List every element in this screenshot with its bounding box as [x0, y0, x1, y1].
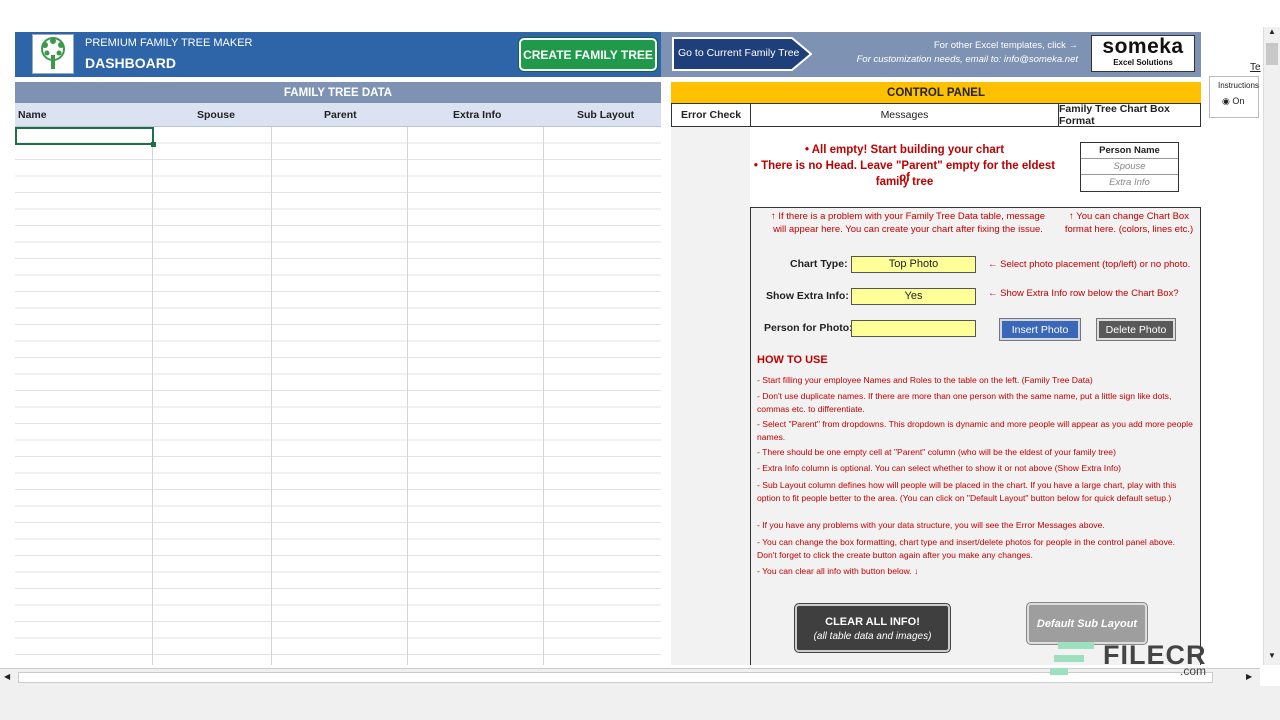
note-messages-2: will appear here. You can create your ch…	[773, 224, 1043, 235]
scroll-thumb[interactable]	[1266, 43, 1278, 65]
col-sub-layout: Sub Layout	[577, 109, 635, 121]
goto-current-tree-button[interactable]: Go to Current Family Tree	[672, 37, 813, 71]
instructions-on-radio[interactable]: ◉ On	[1210, 90, 1258, 107]
tree-logo-icon	[32, 34, 74, 74]
instructions-label: Instructions	[1218, 81, 1259, 90]
templates-link[interactable]: For other Excel templates, click →	[860, 40, 1078, 51]
page-title: DASHBOARD	[85, 55, 176, 71]
hscroll-thumb[interactable]	[18, 672, 1213, 683]
scroll-right-icon[interactable]: ▶	[1246, 672, 1252, 681]
customization-email[interactable]: For customization needs, email to: info@…	[820, 54, 1078, 65]
chart-box-format-preview[interactable]: Person Name Spouse Extra Info	[1080, 142, 1179, 192]
chart-type-select[interactable]: Top Photo	[851, 256, 976, 273]
message-line: • All empty! Start building your chart	[804, 144, 1005, 156]
family-tree-data-header: Name Spouse Parent Extra Info Sub Layout	[15, 103, 661, 127]
note-format-2: format here. (colors, lines etc.)	[1064, 224, 1194, 235]
sheet-tab-link[interactable]: Te	[1250, 62, 1261, 73]
filecr-logo-icon	[1050, 640, 1098, 680]
family-tree-data-grid[interactable]	[15, 127, 661, 665]
messages-header: Messages	[750, 103, 1059, 127]
goto-label: Go to Current Family Tree	[678, 47, 800, 59]
howto-line: - You can clear all info with button bel…	[757, 566, 919, 576]
col-extra-info: Extra Info	[453, 109, 502, 121]
brand-tagline: Excel Solutions	[1113, 58, 1173, 67]
app-subtitle: PREMIUM FAMILY TREE MAKER	[85, 37, 253, 49]
watermark-sub: .com	[1180, 664, 1207, 678]
howto-line: - Sub Layout column defines how will peo…	[757, 480, 1177, 503]
clear-all-info-button[interactable]: CLEAR ALL INFO! (all table data and imag…	[795, 604, 950, 652]
col-name: Name	[18, 109, 47, 121]
howto-line: - Don't use duplicate names. If there ar…	[757, 391, 1172, 414]
default-sub-layout-button[interactable]: Default Sub Layout	[1027, 603, 1147, 644]
photo-person-select[interactable]	[851, 320, 976, 337]
messages-box: • All empty! Start building your chart •…	[750, 127, 1059, 208]
create-family-tree-button[interactable]: CREATE FAMILY TREE	[519, 38, 657, 71]
extra-info-hint: ← Show Extra Info row below the Chart Bo…	[988, 288, 1179, 299]
error-check-header: Error Check	[671, 103, 751, 127]
howto-line: - Extra Info column is optional. You can…	[757, 463, 1121, 473]
col-parent: Parent	[324, 109, 357, 121]
brand-name: someka	[1102, 35, 1184, 58]
status-bar	[0, 686, 1280, 720]
error-check-column	[671, 127, 751, 665]
scroll-down-icon[interactable]: ▼	[1265, 651, 1279, 665]
message-line: family tree	[875, 176, 934, 188]
control-panel-title: CONTROL PANEL	[671, 82, 1201, 103]
format-header: Family Tree Chart Box Format	[1058, 103, 1201, 127]
delete-photo-button[interactable]: Delete Photo	[1097, 319, 1175, 340]
extra-info-label: Show Extra Info:	[766, 290, 849, 302]
scroll-up-icon[interactable]: ▲	[1265, 27, 1279, 41]
howto-line: - Select "Parent" from dropdowns. This d…	[757, 419, 1193, 442]
howto-line: - If you have any problems with your dat…	[757, 520, 1105, 530]
howto-line: - Start filling your employee Names and …	[757, 375, 1093, 385]
photo-person-label: Person for Photo:	[764, 322, 853, 334]
scroll-left-icon[interactable]: ◀	[4, 672, 10, 681]
insert-photo-button[interactable]: Insert Photo	[1000, 319, 1080, 340]
instructions-panel: Instructions ◉ On	[1209, 76, 1259, 118]
preview-extra-info: Extra Info	[1109, 177, 1150, 188]
family-tree-data-title: FAMILY TREE DATA	[15, 82, 661, 103]
preview-person-name: Person Name	[1081, 143, 1178, 159]
howto-line: - There should be one empty cell at "Par…	[757, 447, 1116, 457]
clear-subtitle: (all table data and images)	[813, 631, 932, 642]
extra-info-select[interactable]: Yes	[851, 288, 976, 305]
someka-logo[interactable]: someka Excel Solutions	[1091, 35, 1195, 72]
selected-cell[interactable]	[15, 127, 156, 147]
note-format-1: ↑ You can change Chart Box	[1069, 211, 1189, 222]
preview-spouse: Spouse	[1081, 159, 1178, 175]
note-messages-1: ↑ If there is a problem with your Family…	[770, 211, 1046, 222]
howto-line: - You can change the box formatting, cha…	[757, 537, 1176, 560]
chart-type-label: Chart Type:	[790, 258, 848, 270]
vertical-scrollbar[interactable]: ▲ ▼	[1263, 27, 1280, 665]
how-to-use-title: HOW TO USE	[757, 354, 828, 366]
col-spouse: Spouse	[197, 109, 235, 121]
clear-title: CLEAR ALL INFO!	[825, 616, 920, 628]
on-label: On	[1232, 96, 1245, 106]
chart-type-hint: ← Select photo placement (top/left) or n…	[988, 259, 1191, 270]
